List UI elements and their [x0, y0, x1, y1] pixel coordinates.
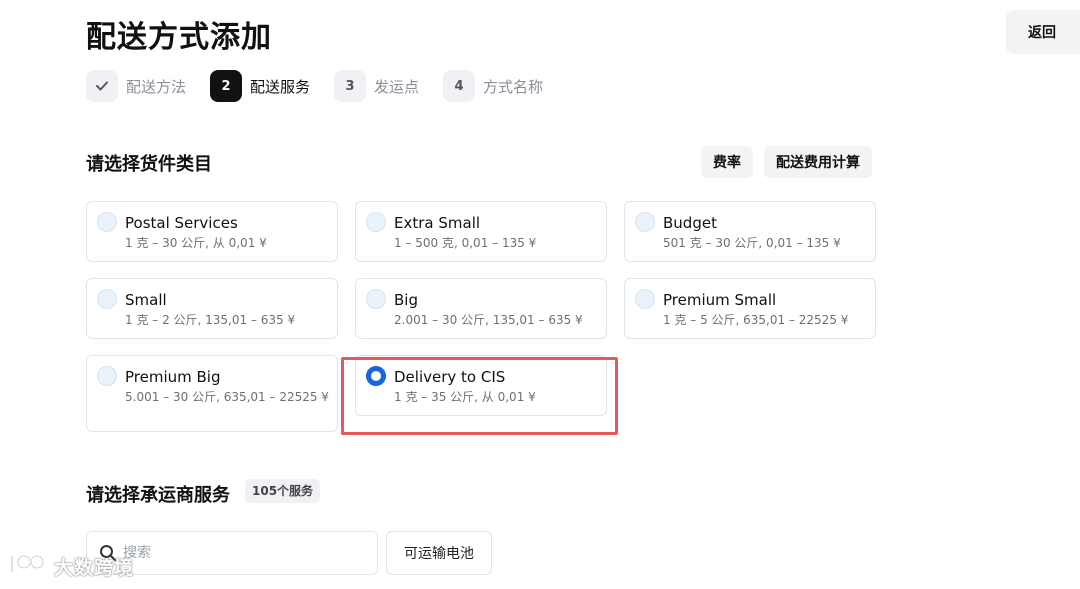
category-desc: 2.001 – 30 公斤, 135,01 – 635 ¥	[394, 313, 583, 327]
category-card-premium-big[interactable]: Premium Big 5.001 – 30 公斤, 635,01 – 2252…	[86, 355, 338, 432]
step-delivery-method[interactable]: 配送方法	[86, 70, 186, 102]
step-delivery-service[interactable]: 2 配送服务	[210, 70, 310, 102]
category-desc: 501 克 – 30 公斤, 0,01 – 135 ¥	[663, 236, 841, 250]
search-input[interactable]	[123, 542, 363, 564]
check-icon	[96, 81, 108, 91]
stepper: 配送方法 2 配送服务 3 发运点 4 方式名称	[86, 70, 567, 102]
back-button[interactable]: 返回	[1006, 10, 1080, 54]
step-badge: 3	[334, 70, 367, 102]
watermark: 大数跨境	[8, 552, 134, 580]
step-label: 发运点	[374, 77, 420, 96]
category-card-extra-small[interactable]: Extra Small 1 – 500 克, 0,01 – 135 ¥	[355, 201, 607, 262]
category-desc: 1 – 500 克, 0,01 – 135 ¥	[394, 236, 537, 250]
radio-button[interactable]	[97, 366, 117, 386]
step-method-name[interactable]: 4 方式名称	[443, 70, 543, 102]
step-label: 方式名称	[483, 77, 544, 96]
category-card-big[interactable]: Big 2.001 – 30 公斤, 135,01 – 635 ¥	[355, 278, 607, 339]
radio-button[interactable]	[97, 212, 117, 232]
category-name: Budget	[663, 214, 717, 232]
watermark-logo-icon	[8, 552, 48, 580]
category-card-postal-services[interactable]: Postal Services 1 克 – 30 公斤, 从 0,01 ¥	[86, 201, 338, 262]
battery-transport-filter-button[interactable]: 可运输电池	[386, 531, 492, 575]
category-card-budget[interactable]: Budget 501 克 – 30 公斤, 0,01 – 135 ¥	[624, 201, 876, 262]
category-desc: 1 克 – 2 公斤, 135,01 – 635 ¥	[125, 313, 296, 327]
step-shipping-point[interactable]: 3 发运点	[334, 70, 419, 102]
radio-button[interactable]	[366, 212, 386, 232]
category-name: Premium Small	[663, 291, 777, 309]
category-name: Small	[125, 291, 167, 309]
category-desc: 1 克 – 5 公斤, 635,01 – 22525 ¥	[663, 313, 849, 327]
radio-button[interactable]	[97, 289, 117, 309]
rate-button[interactable]: 费率	[701, 146, 753, 178]
radio-button[interactable]	[635, 289, 655, 309]
category-name: Extra Small	[394, 214, 481, 232]
category-section-title: 请选择货件类目	[86, 154, 212, 175]
step-label: 配送方法	[126, 77, 187, 96]
page-title: 配送方式添加	[86, 20, 272, 55]
step-label: 配送服务	[250, 77, 311, 96]
highlight-annotation	[341, 357, 618, 435]
step-badge: 2	[210, 70, 243, 102]
category-card-small[interactable]: Small 1 克 – 2 公斤, 135,01 – 635 ¥	[86, 278, 338, 339]
watermark-text: 大数跨境	[54, 556, 135, 579]
step-badge: 4	[443, 70, 476, 102]
shipping-cost-calc-button[interactable]: 配送费用计算	[764, 146, 872, 178]
category-desc: 1 克 – 30 公斤, 从 0,01 ¥	[125, 236, 267, 250]
step-badge-done	[86, 70, 118, 102]
radio-button[interactable]	[366, 289, 386, 309]
category-desc: 5.001 – 30 公斤, 635,01 – 22525 ¥	[125, 390, 329, 404]
category-name: Big	[394, 291, 418, 309]
radio-button[interactable]	[635, 212, 655, 232]
service-count-badge: 105个服务	[245, 479, 321, 503]
category-card-premium-small[interactable]: Premium Small 1 克 – 5 公斤, 635,01 – 22525…	[624, 278, 876, 339]
category-name: Premium Big	[125, 368, 221, 386]
category-name: Postal Services	[125, 214, 238, 232]
carrier-section-title: 请选择承运商服务	[86, 485, 230, 506]
